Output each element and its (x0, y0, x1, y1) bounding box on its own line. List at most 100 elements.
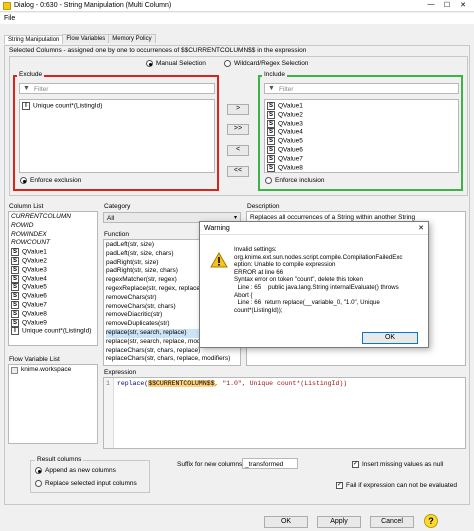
column-list[interactable]: CURRENTCOLUMN ROWID ROWINDEX ROWCOUNT SQ… (8, 211, 98, 346)
list-item[interactable]: S QValue4 (267, 128, 456, 137)
close-icon[interactable]: ✕ (418, 224, 424, 232)
minimize-icon[interactable]: — (424, 1, 438, 8)
list-item[interactable]: ROWID (11, 222, 95, 231)
remove-all-button[interactable]: << (227, 166, 249, 177)
string-type-icon: S (267, 154, 275, 163)
result-columns-group (30, 460, 150, 493)
list-item[interactable]: I Unique count*(ListingId) (22, 102, 212, 111)
insert-missing-checkbox[interactable]: ✓ Insert missing values as null (352, 461, 443, 468)
list-item[interactable]: S QValue8 (11, 309, 95, 319)
description-text: Replaces all occurrences of a String wit… (250, 214, 416, 221)
string-type-icon: S (267, 128, 275, 137)
add-all-button[interactable]: >> (227, 124, 249, 135)
warning-message: Invalid settings: org.knime.ext.sun.node… (234, 246, 403, 314)
string-type-icon: S (11, 300, 19, 309)
list-item[interactable]: ROWINDEX (11, 231, 95, 240)
suffix-input[interactable]: _transformed (242, 458, 298, 469)
list-item[interactable]: S QValue1 (267, 102, 456, 111)
list-item[interactable]: I Unique count*(ListingId) (11, 327, 95, 336)
list-item[interactable]: ROWCOUNT (11, 239, 95, 248)
fail-on-error-checkbox[interactable]: ✓ Fail if expression can not be evaluated (336, 482, 457, 489)
string-type-icon: S (11, 318, 19, 327)
string-type-icon: S (267, 145, 275, 154)
list-item[interactable]: S QValue5 (11, 283, 95, 292)
expression-title: Expression (104, 369, 137, 376)
function-title: Function (104, 231, 129, 238)
column-type-icon: I (22, 102, 30, 110)
expression-code[interactable]: replace($$CURRENTCOLUMN$$, "1.0", Unique… (117, 380, 347, 387)
cancel-button[interactable]: Cancel (370, 516, 414, 528)
warning-ok-button[interactable]: OK (362, 332, 418, 344)
replace-input-columns-radio[interactable]: Replace selected input columns (35, 480, 137, 487)
list-item[interactable]: S QValue4 (11, 274, 95, 284)
line-number: 1 (106, 380, 110, 387)
suffix-label: Suffix for new columns (177, 461, 243, 468)
warning-title: Warning (204, 225, 230, 232)
warning-dialog: Warning ✕ Invalid settings: org.knime.ex… (199, 221, 429, 348)
string-type-icon: S (11, 283, 19, 292)
menu-file[interactable]: File (4, 15, 15, 22)
list-item[interactable]: S QValue6 (267, 145, 456, 155)
expression-editor[interactable]: 1 replace($$CURRENTCOLUMN$$, "1.0", Uniq… (103, 377, 466, 449)
description-title: Description (247, 203, 280, 210)
string-type-icon: S (11, 292, 19, 301)
list-item[interactable]: S QValue2 (11, 256, 95, 266)
list-item[interactable]: S QValue7 (267, 154, 456, 164)
string-type-icon: S (267, 110, 275, 119)
list-item[interactable]: S QValue6 (11, 292, 95, 301)
enforce-exclusion-radio[interactable]: Enforce exclusion (20, 177, 81, 184)
tab-string-manipulation[interactable]: String Manipulation (4, 35, 64, 44)
string-type-icon: S (11, 265, 19, 274)
list-item[interactable]: knime.workspace (11, 366, 95, 375)
column-list-title: Column List (9, 203, 44, 210)
enforce-inclusion-radio[interactable]: Enforce inclusion (265, 177, 325, 184)
list-item[interactable]: S QValue8 (267, 163, 456, 172)
string-type-icon: S (11, 256, 19, 265)
tab-flow-variables[interactable]: Flow Variables (62, 34, 110, 43)
list-item[interactable]: S QValue9 (11, 318, 95, 328)
string-type-icon: S (267, 102, 275, 110)
tab-memory-policy[interactable]: Memory Policy (108, 34, 156, 43)
list-item[interactable]: S QValue3 (11, 265, 95, 275)
exclude-title: Exclude (17, 71, 45, 78)
list-item[interactable]: S QValue7 (11, 300, 95, 310)
chevron-down-icon: ▾ (233, 215, 237, 221)
list-item[interactable]: S QValue2 (267, 110, 456, 120)
list-item[interactable]: S QValue1 (11, 248, 95, 257)
title-bar: Dialog - 0:630 - String Manipulation (Mu… (0, 0, 474, 12)
filter-icon: ▼ (268, 85, 275, 92)
remove-button[interactable]: < (227, 145, 249, 156)
list-item[interactable]: S QValue5 (267, 137, 456, 146)
exclude-list[interactable]: I Unique count*(ListingId) (19, 99, 215, 173)
list-item[interactable]: CURRENTCOLUMN (11, 213, 95, 222)
string-type-icon: S (267, 119, 275, 128)
menu-bar: File (0, 13, 474, 24)
apply-button[interactable]: Apply (317, 516, 361, 528)
help-icon[interactable]: ? (424, 514, 438, 528)
ok-button[interactable]: OK (264, 516, 308, 528)
add-button[interactable]: > (227, 104, 249, 115)
result-columns-title: Result columns (35, 456, 84, 463)
integer-type-icon: I (11, 327, 19, 336)
filter-icon: ▼ (23, 85, 30, 92)
window-title: Dialog - 0:630 - String Manipulation (Mu… (14, 2, 172, 9)
flow-variable-list[interactable]: knime.workspace (8, 364, 98, 444)
selected-columns-label: Selected Columns - assigned one by one t… (9, 47, 307, 54)
maximize-icon[interactable]: ☐ (440, 1, 454, 9)
string-type-icon: S (11, 274, 19, 283)
list-item[interactable]: replaceChars(str, chars, replace, modifi… (106, 355, 238, 364)
include-list[interactable]: S QValue1 S QValue2 S QValue3 S QValue4 S QVa… (264, 99, 459, 173)
close-icon[interactable]: ✕ (456, 1, 470, 9)
include-filter-input[interactable]: ▼ Filter (264, 83, 459, 94)
wildcard-selection-radio[interactable]: Wildcard/Regex Selection (224, 60, 308, 67)
append-new-columns-radio[interactable]: Append as new columns (35, 467, 116, 474)
app-icon (3, 2, 11, 10)
list-item[interactable]: S QValue3 (267, 119, 456, 129)
string-type-icon: S (267, 137, 275, 146)
flow-variable-icon (11, 367, 18, 374)
exclude-filter-input[interactable]: ▼ Filter (19, 83, 215, 94)
warning-triangle-icon (210, 252, 228, 268)
category-title: Category (104, 203, 131, 210)
include-title: Include (262, 71, 287, 78)
manual-selection-radio[interactable]: Manual Selection (146, 60, 206, 67)
